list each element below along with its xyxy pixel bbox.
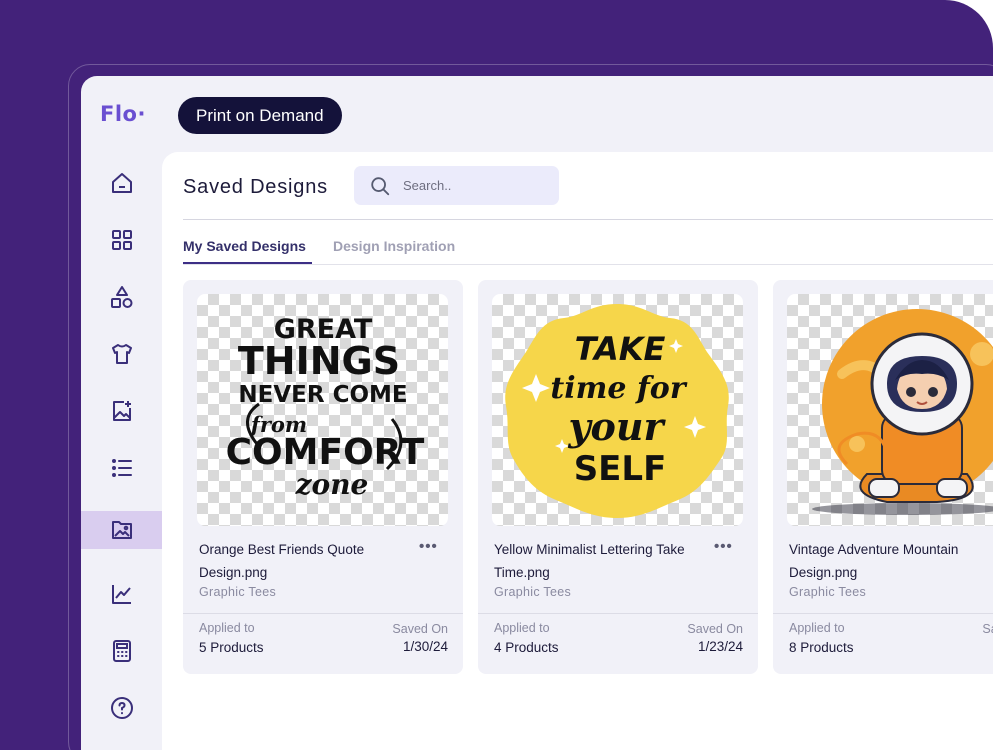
flo-logo[interactable]: Flo· — [100, 102, 146, 126]
search-box[interactable] — [354, 166, 559, 205]
applied-value: 8 Products — [789, 640, 854, 655]
design-card[interactable]: GREAT THINGS NEVER COME from COMFORT zon… — [183, 280, 463, 674]
nav-orders[interactable] — [81, 449, 162, 487]
svg-text:your: your — [567, 404, 666, 449]
more-options-icon[interactable]: ••• — [419, 538, 438, 555]
search-icon — [371, 176, 390, 195]
design-card[interactable]: Vintage Adventure Mountain Design.png Gra… — [773, 280, 993, 674]
design-thumbnail[interactable]: TAKE time for your SELF — [492, 294, 743, 526]
analytics-icon — [111, 585, 131, 604]
svg-text:NEVER COME: NEVER COME — [238, 382, 407, 408]
svg-text:THINGS: THINGS — [238, 339, 400, 383]
design-category: Graphic Tees — [494, 585, 572, 599]
saved-label: Saved On — [392, 622, 448, 636]
nav-home[interactable] — [81, 164, 162, 202]
tab-design-inspiration[interactable]: Design Inspiration — [333, 238, 455, 264]
astronaut-illustration — [812, 309, 993, 515]
calculator-icon — [112, 640, 131, 662]
print-on-demand-pill[interactable]: Print on Demand — [178, 97, 342, 134]
applied-label: Applied to — [199, 621, 255, 635]
svg-text:SELF: SELF — [574, 449, 667, 489]
tabs-divider — [183, 264, 993, 265]
list-icon — [111, 459, 132, 477]
nav-shapes[interactable] — [81, 278, 162, 316]
nav-dashboard[interactable] — [81, 221, 162, 259]
page-title: Saved Designs — [183, 176, 328, 198]
help-icon — [110, 697, 133, 719]
design-card[interactable]: TAKE time for your SELF Yellow Minimalis… — [478, 280, 758, 674]
shapes-icon — [110, 286, 132, 308]
nav-calculator[interactable] — [81, 632, 162, 670]
grid-icon — [111, 230, 132, 250]
tshirt-icon — [111, 344, 132, 364]
saved-label: Saved On — [982, 622, 993, 636]
sidebar — [81, 152, 162, 750]
saved-designs-icon — [111, 521, 132, 539]
home-icon — [111, 173, 132, 193]
applied-label: Applied to — [789, 621, 845, 635]
card-divider — [478, 613, 758, 614]
applied-value: 5 Products — [199, 640, 264, 655]
image-add-icon — [112, 401, 131, 421]
nav-saved-designs[interactable] — [81, 511, 162, 549]
design-category: Graphic Tees — [789, 585, 867, 599]
design-category: Graphic Tees — [199, 585, 277, 599]
design-name: Vintage Adventure Mountain Design.png — [789, 542, 959, 580]
svg-text:zone: zone — [295, 468, 369, 501]
svg-text:COMFORT: COMFORT — [226, 432, 425, 473]
nav-products[interactable] — [81, 335, 162, 373]
design-name: Orange Best Friends Quote Design.png — [199, 542, 365, 580]
search-input[interactable] — [403, 178, 543, 193]
tab-my-saved-designs[interactable]: My Saved Designs — [183, 238, 306, 264]
applied-label: Applied to — [494, 621, 550, 635]
card-divider — [183, 613, 463, 614]
svg-text:time for: time for — [550, 371, 687, 406]
more-options-icon[interactable]: ••• — [714, 538, 733, 555]
design-thumbnail[interactable] — [787, 294, 993, 526]
design-name: Yellow Minimalist Lettering Take Time.png — [494, 542, 685, 580]
main-content: Saved Designs My Saved Designs Design In… — [162, 152, 993, 750]
nav-help[interactable] — [81, 689, 162, 727]
take-time-lettering-art: TAKE time for your SELF — [505, 304, 729, 518]
saved-date: 1/30/24 — [402, 639, 448, 654]
nav-upload[interactable] — [81, 392, 162, 430]
header-divider — [183, 219, 993, 220]
svg-text:TAKE: TAKE — [575, 330, 666, 368]
great-things-lettering-art: GREAT THINGS NEVER COME from COMFORT zon… — [226, 314, 425, 501]
card-divider — [773, 613, 993, 614]
applied-value: 4 Products — [494, 640, 559, 655]
saved-label: Saved On — [687, 622, 743, 636]
nav-analytics[interactable] — [81, 575, 162, 613]
app-window: Flo· Print on Demand Saved Designs Searc… — [81, 76, 993, 750]
design-thumbnail[interactable]: GREAT THINGS NEVER COME from COMFORT zon… — [197, 294, 448, 526]
saved-date: 1/23/24 — [697, 639, 743, 654]
